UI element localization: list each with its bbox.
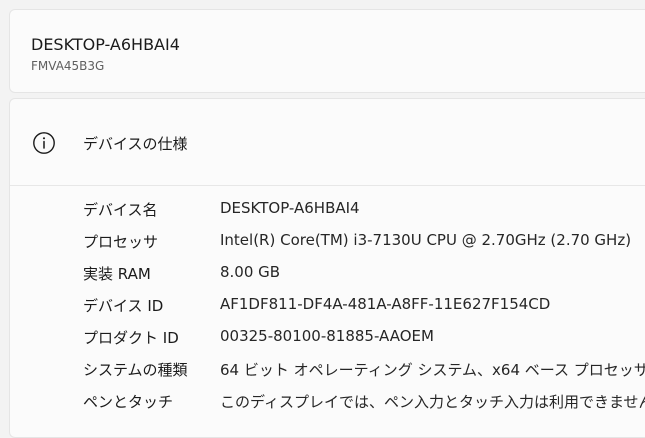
- spec-row-device-id: デバイス ID AF1DF811-DF4A-481A-A8FF-11E627F1…: [10, 291, 645, 323]
- spec-value: 8.00 GB: [220, 263, 281, 281]
- spec-label: システムの種類: [83, 361, 188, 379]
- spec-row-product-id: プロダクト ID 00325-80100-81885-AAOEM: [10, 323, 645, 355]
- spec-label: プロセッサ: [83, 233, 159, 251]
- device-specifications-card: デバイスの仕様 デバイス名 DESKTOP-A6HBAI4 プロセッサ Inte…: [9, 98, 645, 438]
- spec-value: DESKTOP-A6HBAI4: [220, 199, 360, 217]
- spec-row-device-name: デバイス名 DESKTOP-A6HBAI4: [10, 195, 645, 227]
- spec-value: Intel(R) Core(TM) i3-7130U CPU @ 2.70GHz…: [220, 231, 632, 249]
- spec-label: ペンとタッチ: [83, 393, 174, 411]
- device-model: FMVA45B3G: [31, 59, 105, 73]
- spec-label: デバイス名: [83, 201, 158, 219]
- info-icon: [32, 131, 56, 155]
- device-specifications-header[interactable]: デバイスの仕様: [10, 99, 645, 186]
- spec-row-pen-and-touch: ペンとタッチ このディスプレイでは、ペン入力とタッチ入力は利用できません: [10, 387, 645, 419]
- spec-row-system-type: システムの種類 64 ビット オペレーティング システム、x64 ベース プロセ…: [10, 355, 645, 387]
- spec-value: AF1DF811-DF4A-481A-A8FF-11E627F154CD: [220, 295, 551, 313]
- spec-value: 00325-80100-81885-AAOEM: [220, 327, 434, 345]
- spec-label: 実装 RAM: [83, 265, 151, 283]
- device-card: DESKTOP-A6HBAI4 FMVA45B3G: [9, 9, 645, 93]
- specification-list: デバイス名 DESKTOP-A6HBAI4 プロセッサ Intel(R) Cor…: [10, 195, 645, 419]
- spec-label: プロダクト ID: [83, 329, 179, 347]
- device-name: DESKTOP-A6HBAI4: [31, 35, 180, 54]
- spec-label: デバイス ID: [83, 297, 164, 315]
- spec-value: 64 ビット オペレーティング システム、x64 ベース プロセッサ: [220, 361, 645, 379]
- spec-row-processor: プロセッサ Intel(R) Core(TM) i3-7130U CPU @ 2…: [10, 227, 645, 259]
- spec-value: このディスプレイでは、ペン入力とタッチ入力は利用できません: [220, 393, 645, 411]
- device-specifications-title: デバイスの仕様: [83, 135, 188, 153]
- spec-row-installed-ram: 実装 RAM 8.00 GB: [10, 259, 645, 291]
